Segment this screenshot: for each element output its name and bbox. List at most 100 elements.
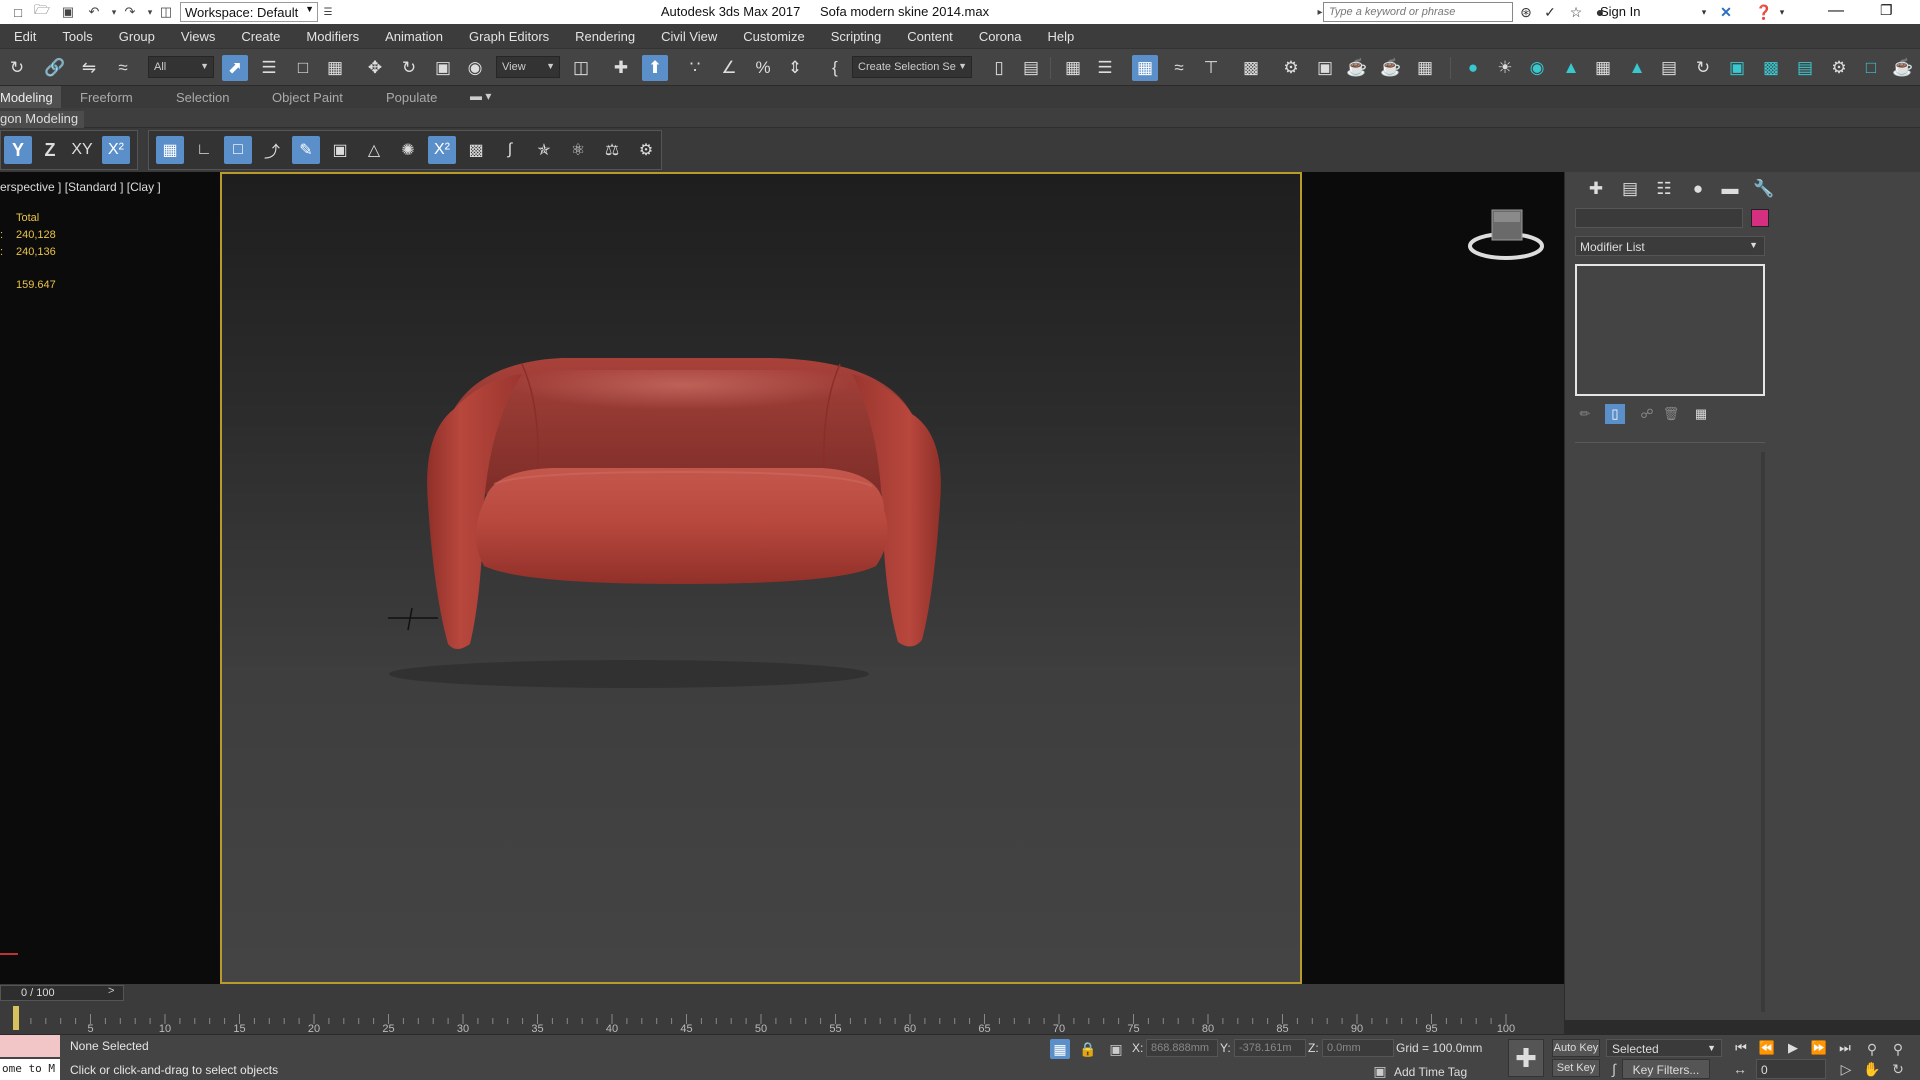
scale-icon[interactable]: ▣	[430, 55, 456, 81]
window-crossing-icon[interactable]: ▦	[322, 55, 348, 81]
face-snap-icon[interactable]: ✎	[292, 136, 320, 164]
hierarchy-tab-icon[interactable]: ☷	[1651, 176, 1677, 202]
corona-interactive-icon[interactable]: ↻	[1690, 55, 1716, 81]
rotate-icon[interactable]: ↻	[396, 55, 422, 81]
select-manipulate-icon[interactable]: ✚	[608, 55, 634, 81]
corona-decal-icon[interactable]: ▤	[1656, 55, 1682, 81]
menu-create[interactable]: Create	[241, 29, 280, 44]
zoom-icon[interactable]: ⚲	[1862, 1039, 1882, 1059]
keyboard-shortcut-override-icon[interactable]: ⬆	[642, 55, 668, 81]
corona-lister-icon[interactable]: ▤	[1792, 55, 1818, 81]
snap-layers-icon[interactable]: ⚖	[598, 136, 626, 164]
corona-proxy-icon[interactable]: ▲	[1558, 55, 1584, 81]
layer-explorer-icon[interactable]: ☰	[1092, 55, 1118, 81]
restore-icon[interactable]: ❐	[1880, 2, 1893, 19]
time-slider[interactable]: 0 / 100	[0, 985, 124, 1001]
current-time-marker[interactable]	[13, 1006, 19, 1030]
reference-coordinate-dropdown[interactable]: View ▼	[496, 56, 560, 78]
axis-xy-button[interactable]: XY	[68, 136, 96, 164]
corona-material-icon[interactable]: ▩	[1758, 55, 1784, 81]
go-to-end-icon[interactable]: ⏭	[1834, 1039, 1856, 1057]
axis-xy-cycle-button[interactable]: X²	[102, 136, 130, 164]
key-mode-dropdown[interactable]: Selected ▼	[1606, 1039, 1722, 1057]
object-name-field[interactable]	[1575, 208, 1743, 228]
render-production-icon[interactable]: ☕	[1344, 55, 1370, 81]
menu-tools[interactable]: Tools	[62, 29, 92, 44]
angle-snap-icon[interactable]: ∠	[716, 55, 742, 81]
render-iterative-icon[interactable]: ☕	[1378, 55, 1404, 81]
pivot-snap-icon[interactable]: ∟	[190, 136, 218, 164]
spinner-snap-icon[interactable]: ⇕	[782, 55, 808, 81]
snap-extras-icon[interactable]: ⚙	[632, 136, 660, 164]
tab-modeling[interactable]: Modeling	[0, 86, 61, 108]
go-to-start-icon[interactable]: ⏮	[1730, 1039, 1752, 1057]
maxscript-listener-output[interactable]	[0, 1035, 60, 1057]
axis-y-button[interactable]: Y	[4, 136, 32, 164]
set-keys-icon[interactable]: ✚	[1508, 1039, 1544, 1077]
material-editor-icon[interactable]: ▩	[1238, 55, 1264, 81]
binoculars-icon[interactable]: ⊛	[1516, 3, 1536, 21]
menu-content[interactable]: Content	[907, 29, 953, 44]
menu-customize[interactable]: Customize	[743, 29, 804, 44]
subscription-icon[interactable]: ✓	[1540, 3, 1560, 21]
snap-to-center-icon[interactable]: ⚛	[564, 136, 592, 164]
sign-in-dropdown-icon[interactable]: ▾	[1694, 3, 1714, 21]
menu-rendering[interactable]: Rendering	[575, 29, 635, 44]
menu-civil-view[interactable]: Civil View	[661, 29, 717, 44]
maxscript-mini-listener[interactable]: ome to M	[0, 1059, 60, 1080]
time-tag-icon[interactable]: ▣	[1370, 1061, 1390, 1080]
auto-key-button[interactable]: Auto Key	[1552, 1039, 1600, 1057]
isolate-selection-icon[interactable]: ▦	[1050, 1039, 1070, 1059]
bind-space-warp-icon[interactable]: ≈	[110, 55, 136, 81]
menu-animation[interactable]: Animation	[385, 29, 443, 44]
select-by-name-icon[interactable]: ☰	[256, 55, 282, 81]
command-panel-scrollbar[interactable]	[1761, 452, 1765, 1012]
mirror-icon[interactable]: ▯	[986, 55, 1012, 81]
scene-explorer-icon[interactable]: ▦	[1060, 55, 1086, 81]
axis-z-button[interactable]: Z	[36, 136, 64, 164]
selection-filter-dropdown[interactable]: All ▼	[148, 56, 214, 78]
tab-object-paint[interactable]: Object Paint	[272, 90, 343, 105]
vertex-snap-icon[interactable]: □	[224, 136, 252, 164]
orbit-icon[interactable]: ↻	[1888, 1059, 1908, 1079]
corona-vfb-icon[interactable]: ▣	[1724, 55, 1750, 81]
configure-modifier-sets-icon[interactable]: ▦	[1691, 404, 1711, 424]
snap-to-frozen-icon[interactable]: ▩	[462, 136, 490, 164]
snaps-toggle-icon[interactable]: ∵	[682, 55, 708, 81]
field-of-view-icon[interactable]: ▷	[1836, 1059, 1856, 1079]
edge-snap-icon[interactable]: ⤴	[258, 136, 286, 164]
play-icon[interactable]: ▶	[1782, 1039, 1804, 1057]
use-axis-constraints-icon[interactable]: ∫	[496, 136, 524, 164]
help-icon[interactable]: ❓	[1754, 3, 1774, 21]
render-gallery-icon[interactable]: ▦	[1412, 55, 1438, 81]
x-coord-field[interactable]: 868.888mm	[1146, 1039, 1218, 1057]
corona-converter-icon[interactable]: ▦	[1590, 55, 1616, 81]
exchange-apps-icon[interactable]: ✕	[1716, 3, 1736, 21]
modify-tab-icon[interactable]: ▤	[1617, 176, 1643, 202]
key-mode-toggle-icon[interactable]: ↔	[1730, 1059, 1750, 1079]
move-icon[interactable]: ✥	[362, 55, 388, 81]
percent-snap-icon[interactable]: %	[750, 55, 776, 81]
corona-scatter-icon[interactable]: ▲	[1624, 55, 1650, 81]
constraint-snap-icon[interactable]: X²	[428, 136, 456, 164]
favorites-star-icon[interactable]: ☆	[1566, 3, 1586, 21]
display-tab-icon[interactable]: ▬	[1717, 176, 1743, 202]
menu-modifiers[interactable]: Modifiers	[306, 29, 359, 44]
rectangular-selection-icon[interactable]: □	[290, 55, 316, 81]
pan-view-icon[interactable]: ✋	[1862, 1059, 1882, 1079]
modifier-list-dropdown[interactable]: Modifier List ▼	[1575, 236, 1765, 256]
render-setup-icon[interactable]: ⚙	[1278, 55, 1304, 81]
corona-teapot-icon[interactable]: ☕	[1890, 55, 1916, 81]
set-key-button[interactable]: Set Key	[1552, 1059, 1600, 1077]
add-time-tag-button[interactable]: Add Time Tag	[1394, 1065, 1467, 1079]
menu-edit[interactable]: Edit	[14, 29, 36, 44]
tab-populate[interactable]: Populate	[386, 90, 437, 105]
curve-editor-icon[interactable]: ≈	[1166, 55, 1192, 81]
menu-help[interactable]: Help	[1047, 29, 1074, 44]
polygon-modeling-panel-label[interactable]: gon Modeling	[0, 111, 85, 129]
y-coord-field[interactable]: -378.161m	[1234, 1039, 1306, 1057]
align-icon[interactable]: ▤	[1018, 55, 1044, 81]
object-color-swatch[interactable]	[1751, 209, 1769, 227]
place-icon[interactable]: ◉	[462, 55, 488, 81]
viewport-label[interactable]: erspective ] [Standard ] [Clay ]	[0, 180, 161, 194]
